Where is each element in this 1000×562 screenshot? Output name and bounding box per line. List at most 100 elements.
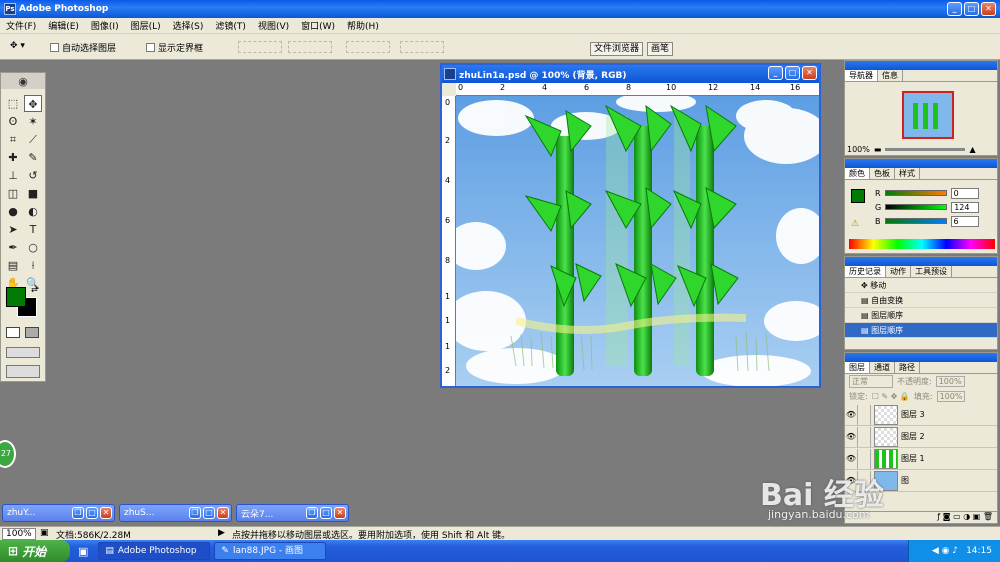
tab-channels[interactable]: 通道 <box>870 362 895 373</box>
distribute-buttons-2[interactable] <box>400 41 444 53</box>
notes-tool-icon[interactable]: ▤ <box>4 257 22 274</box>
navigator-panel-titlebar[interactable] <box>845 61 997 70</box>
document-titlebar[interactable]: zhuLin1a.psd @ 100% (背景, RGB) _ □ ✕ <box>442 65 819 83</box>
doc-minimize-button[interactable]: _ <box>768 66 783 80</box>
menu-filter[interactable]: 滤镜(T) <box>209 19 252 32</box>
foreground-color-swatch[interactable] <box>6 287 26 307</box>
task-photoshop[interactable]: ▤ Adobe Photoshop <box>98 542 211 560</box>
eyedropper-icon[interactable]: ⟊ <box>24 257 42 274</box>
healing-brush-icon[interactable]: ✚ <box>4 149 22 166</box>
minimized-doc[interactable]: 云朵7... ❐ □ ✕ <box>236 504 349 522</box>
menu-layer[interactable]: 图层(L) <box>125 19 167 32</box>
close-icon[interactable]: ✕ <box>100 507 112 519</box>
r-slider[interactable] <box>884 190 947 196</box>
zoom-slider[interactable] <box>885 148 966 151</box>
eye-icon[interactable]: 👁 <box>845 454 857 463</box>
restore-icon[interactable]: ❐ <box>72 507 84 519</box>
b-value[interactable]: 6 <box>950 215 979 227</box>
navigator-preview[interactable] <box>902 91 954 139</box>
history-item[interactable]: ▤ 图层顺序 <box>845 308 997 323</box>
gamut-warning-icon[interactable]: ⚠ <box>851 219 859 229</box>
maximize-button[interactable]: □ <box>964 2 979 16</box>
slice-tool-icon[interactable]: ⟋ <box>24 131 42 148</box>
minimized-doc[interactable]: zhuS... ❐ □ ✕ <box>119 504 232 522</box>
distribute-buttons[interactable] <box>346 41 390 53</box>
link-cell[interactable] <box>857 404 871 425</box>
history-brush-icon[interactable]: ↺ <box>24 167 42 184</box>
layer-row[interactable]: 👁 图层 3 <box>845 404 997 426</box>
menu-view[interactable]: 视图(V) <box>252 19 295 32</box>
screen-mode-icon[interactable] <box>6 347 40 358</box>
side-badge[interactable]: 27 <box>0 440 16 468</box>
tab-info[interactable]: 信息 <box>878 70 903 81</box>
show-bounds-option[interactable]: 显示定界框 <box>146 41 203 54</box>
tab-color[interactable]: 颜色 <box>845 168 870 179</box>
tab-paths[interactable]: 路径 <box>895 362 920 373</box>
minimize-button[interactable]: _ <box>947 2 962 16</box>
r-value[interactable]: 0 <box>950 187 979 199</box>
show-bounds-checkbox[interactable] <box>146 43 155 52</box>
blur-tool-icon[interactable]: ● <box>4 203 22 220</box>
close-icon[interactable]: ✕ <box>334 507 346 519</box>
delete-layer-icon[interactable]: 🗑 <box>983 512 993 521</box>
quickmask-mode-icon[interactable] <box>25 327 39 338</box>
g-slider[interactable] <box>885 204 948 210</box>
zoom-in-icon[interactable]: ▲ <box>969 145 975 154</box>
link-cell[interactable] <box>857 426 871 447</box>
crop-tool-icon[interactable]: ⌗ <box>4 131 22 148</box>
image-canvas[interactable] <box>456 96 819 386</box>
auto-select-option[interactable]: 自动选择图层 <box>50 41 116 54</box>
eye-icon[interactable]: 👁 <box>845 432 857 441</box>
move-tool-icon[interactable]: ✥ <box>24 95 42 112</box>
fill-value[interactable]: 100% <box>936 391 966 402</box>
minimized-doc[interactable]: zhuY... ❐ □ ✕ <box>2 504 115 522</box>
opacity-value[interactable]: 100% <box>935 376 965 387</box>
brush-tool-icon[interactable]: ✎ <box>24 149 42 166</box>
auto-select-checkbox[interactable] <box>50 43 59 52</box>
b-slider[interactable] <box>884 218 947 224</box>
zoom-out-icon[interactable]: ▬ <box>874 145 882 154</box>
menu-image[interactable]: 图像(I) <box>85 19 125 32</box>
menu-select[interactable]: 选择(S) <box>167 19 210 32</box>
standard-mode-icon[interactable] <box>6 327 20 338</box>
stamp-tool-icon[interactable]: ⊥ <box>4 167 22 184</box>
adobe-online-icon[interactable]: ◉ <box>18 75 28 88</box>
history-item-selected[interactable]: ▤ 图层顺序 <box>845 323 997 338</box>
color-spectrum-bar[interactable] <box>849 239 995 249</box>
color-fg-swatch[interactable] <box>851 189 865 203</box>
maximize-icon[interactable]: □ <box>203 507 215 519</box>
history-item[interactable]: ✥ 移动 <box>845 278 997 293</box>
layer-row[interactable]: 👁 图层 1 <box>845 448 997 470</box>
marquee-tool-icon[interactable]: ⬚ <box>4 95 22 112</box>
history-item[interactable]: ▤ 自由变换 <box>845 293 997 308</box>
move-tool-preset[interactable]: ✥ ▾ <box>10 41 25 51</box>
navigator-zoom-value[interactable]: 100% <box>847 145 870 154</box>
color-panel-titlebar[interactable] <box>845 159 997 168</box>
magic-wand-icon[interactable]: ✶ <box>24 113 42 130</box>
dodge-tool-icon[interactable]: ◐ <box>24 203 42 220</box>
task-paint[interactable]: ✎ lan88.JPG - 画图 <box>214 542 327 560</box>
layer-row[interactable]: 👁 图层 2 <box>845 426 997 448</box>
align-buttons[interactable] <box>238 41 282 53</box>
restore-icon[interactable]: ❐ <box>189 507 201 519</box>
blend-mode-select[interactable]: 正常 <box>849 375 893 388</box>
status-zoom[interactable]: 100% <box>2 528 36 540</box>
tab-layers[interactable]: 图层 <box>845 362 870 373</box>
tab-history[interactable]: 历史记录 <box>845 266 886 277</box>
clock[interactable]: 14:15 <box>966 546 992 556</box>
tray-icons[interactable]: ◀ ◉ ♪ <box>932 546 958 556</box>
menu-help[interactable]: 帮助(H) <box>341 19 385 32</box>
start-button[interactable]: ⊞ 开始 <box>0 540 70 562</box>
tab-tool-presets[interactable]: 工具预设 <box>911 266 952 277</box>
tab-swatches[interactable]: 色板 <box>870 168 895 179</box>
eraser-tool-icon[interactable]: ◫ <box>4 185 22 202</box>
imageready-icon[interactable] <box>6 365 40 378</box>
tab-styles[interactable]: 样式 <box>895 168 920 179</box>
history-panel-titlebar[interactable] <box>845 257 997 266</box>
path-select-icon[interactable]: ➤ <box>4 221 22 238</box>
lock-icons[interactable]: ☐ ✎ ✥ 🔒 <box>872 392 910 401</box>
menu-file[interactable]: 文件(F) <box>0 19 42 32</box>
g-value[interactable]: 124 <box>951 201 980 213</box>
maximize-icon[interactable]: □ <box>320 507 332 519</box>
close-icon[interactable]: ✕ <box>217 507 229 519</box>
